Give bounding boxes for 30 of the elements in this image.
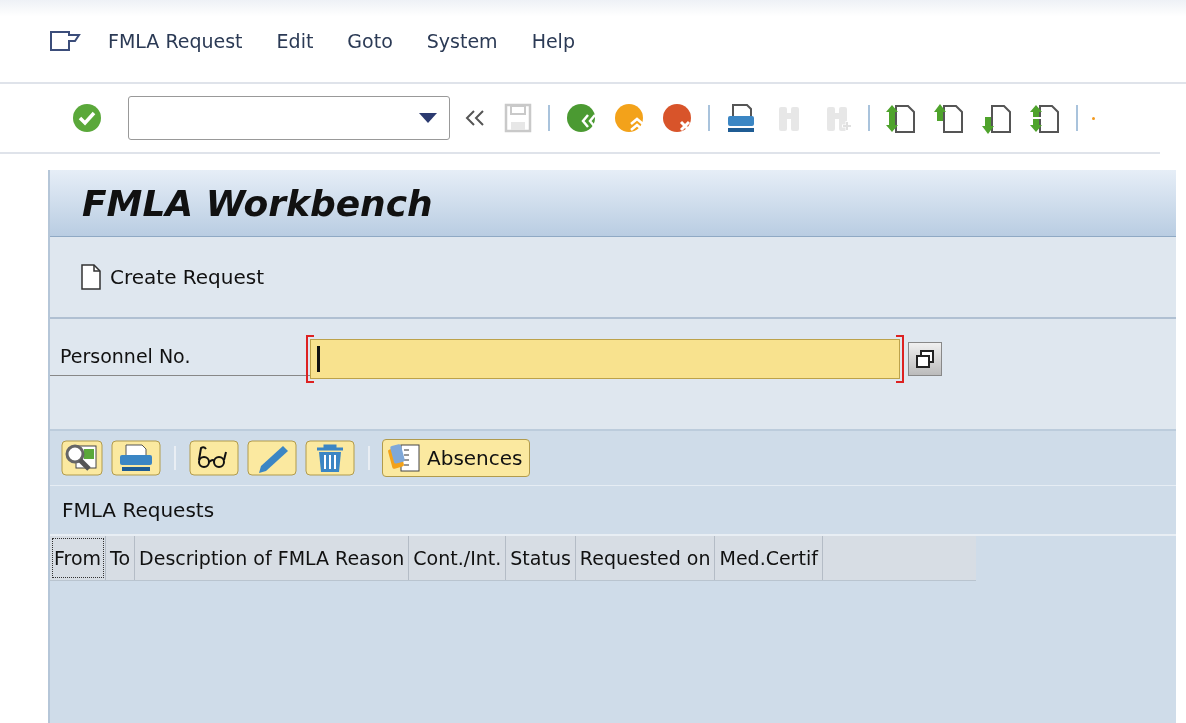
menu-item[interactable]: System bbox=[426, 28, 498, 54]
screen-title: FMLA Workbench bbox=[82, 182, 433, 224]
menu-item[interactable]: FMLA Request bbox=[108, 28, 243, 54]
column-header[interactable]: Status bbox=[506, 536, 576, 580]
value-help-button[interactable] bbox=[908, 342, 942, 376]
documents-icon bbox=[387, 442, 423, 474]
trash-button[interactable] bbox=[304, 439, 356, 477]
details-button[interactable] bbox=[60, 439, 104, 477]
column-header[interactable]: Description of FMLA Reason bbox=[135, 536, 410, 580]
menu-item[interactable]: Help bbox=[531, 28, 575, 54]
glasses-button[interactable] bbox=[188, 439, 240, 477]
document-icon bbox=[80, 263, 102, 291]
overflow-dot-icon[interactable] bbox=[1092, 116, 1095, 120]
cancel-icon[interactable] bbox=[660, 101, 694, 135]
back-icon[interactable] bbox=[564, 101, 598, 135]
print-button[interactable] bbox=[110, 439, 162, 477]
dropdown-arrow-icon[interactable] bbox=[419, 113, 437, 123]
windows-icon bbox=[915, 349, 935, 369]
menu-item[interactable]: Edit bbox=[276, 28, 314, 54]
column-header[interactable]: Cont./Int. bbox=[409, 536, 507, 580]
column-header[interactable]: Requested on bbox=[575, 536, 716, 580]
menu-item[interactable]: Goto bbox=[347, 28, 393, 54]
absences-button[interactable]: Absences bbox=[382, 439, 530, 477]
checkmark-icon[interactable] bbox=[70, 101, 104, 135]
column-header[interactable]: To bbox=[106, 536, 136, 580]
command-field[interactable] bbox=[128, 96, 450, 140]
pencil-button[interactable] bbox=[246, 439, 298, 477]
create-request-button[interactable]: Create Request bbox=[80, 263, 265, 291]
column-header[interactable]: Med.Certif bbox=[715, 536, 823, 580]
column-header[interactable]: From bbox=[50, 536, 107, 580]
